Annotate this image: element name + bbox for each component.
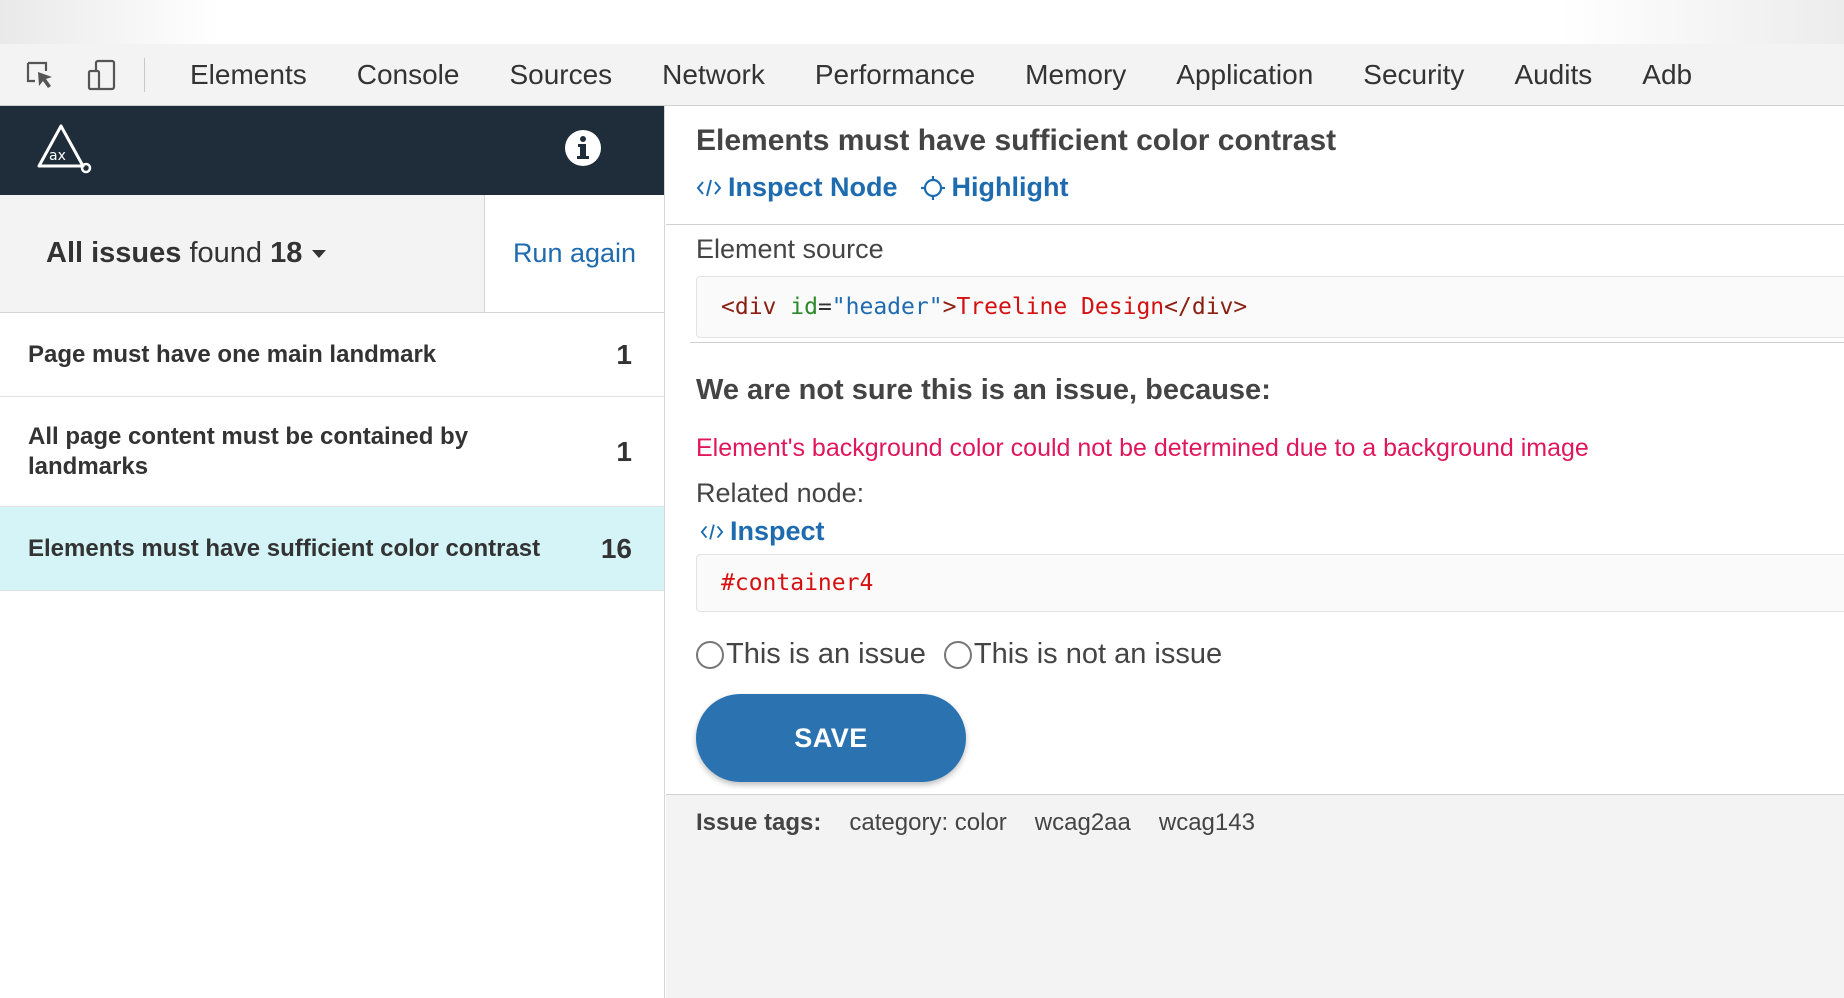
summary-middle: found	[181, 237, 271, 269]
save-button[interactable]: SAVE	[696, 694, 966, 782]
tab-application[interactable]: Application	[1151, 59, 1338, 91]
uncertain-heading: We are not sure this is an issue, becaus…	[696, 374, 1271, 406]
tab-memory[interactable]: Memory	[1000, 59, 1151, 91]
toolbar-divider	[144, 57, 145, 92]
issue-count: 1	[616, 435, 632, 467]
issues-sidebar: ax All issues found 18 Run again Page mu…	[0, 106, 665, 998]
run-again-button[interactable]: Run again	[485, 195, 664, 312]
code-value: "header"	[831, 294, 943, 320]
tab-network[interactable]: Network	[637, 59, 790, 91]
issue-tags-label: Issue tags:	[696, 809, 822, 836]
issue-detail-panel: Elements must have sufficient color cont…	[666, 106, 1844, 998]
tab-security[interactable]: Security	[1338, 59, 1489, 91]
tab-performance[interactable]: Performance	[790, 59, 1000, 91]
code-tag-close: >	[942, 294, 957, 320]
devtools-tabbar: Elements Console Sources Network Perform…	[0, 44, 1844, 106]
tag: category: color	[849, 809, 1007, 836]
uncertain-reason: Element's background color could not be …	[696, 434, 1589, 462]
device-toolbar-icon[interactable]	[82, 55, 122, 95]
window-top-strip	[0, 0, 1844, 44]
issue-label: Elements must have sufficient color cont…	[28, 534, 541, 562]
ax-logo-icon: ax	[36, 122, 94, 179]
info-icon[interactable]	[564, 129, 602, 172]
highlight-link[interactable]: Highlight	[920, 172, 1069, 203]
element-source-code: <div id = "header" > Treeline Design </div>	[696, 276, 1844, 338]
code-tag-end: </div>	[1164, 294, 1248, 320]
divider	[690, 342, 1844, 343]
tab-elements[interactable]: Elements	[165, 59, 332, 91]
inspect-node-link[interactable]: Inspect Node	[696, 172, 898, 203]
svg-text:ax: ax	[49, 148, 66, 164]
tag: wcag2aa	[1034, 809, 1131, 836]
related-node-code: #container4	[696, 554, 1844, 612]
tab-console[interactable]: Console	[332, 59, 485, 91]
issue-label: Page must have one main landmark	[28, 340, 437, 368]
inspect-label: Inspect	[730, 516, 825, 546]
issue-count: 1	[616, 338, 632, 370]
radio-not-issue-label: This is not an issue	[973, 638, 1223, 670]
code-icon	[696, 179, 722, 196]
highlight-label: Highlight	[951, 172, 1069, 202]
chevron-down-icon	[312, 249, 327, 258]
rule-title: Elements must have sufficient color cont…	[696, 124, 1337, 157]
divider	[666, 224, 1844, 225]
issue-total-count: 18	[270, 237, 303, 269]
code-text: Treeline Design	[956, 294, 1165, 320]
issue-tags: Issue tags: category: color wcag2aa wcag…	[696, 809, 1283, 837]
ax-header: ax	[0, 106, 664, 195]
radio-not-issue[interactable]: This is not an issue	[943, 638, 1223, 671]
inspect-related-link[interactable]: Inspect	[700, 516, 825, 547]
tab-audits[interactable]: Audits	[1489, 59, 1617, 91]
radio-is-issue[interactable]: This is an issue	[696, 638, 926, 671]
code-tag-open: <div	[721, 294, 777, 320]
inspect-element-icon[interactable]	[20, 55, 60, 95]
tab-sources[interactable]: Sources	[484, 59, 637, 91]
issue-verdict-radios: This is an issue This is not an issue	[696, 638, 1240, 671]
highlight-icon	[920, 175, 945, 200]
issue-item-color-contrast[interactable]: Elements must have sufficient color cont…	[0, 507, 664, 591]
code-attr: id	[776, 294, 818, 320]
related-node-label: Related node:	[696, 478, 865, 508]
issue-item-landmarks[interactable]: All page content must be contained by la…	[0, 397, 664, 507]
radio-is-issue-label: This is an issue	[726, 638, 926, 670]
related-selector: #container4	[721, 570, 874, 596]
code-icon	[700, 523, 724, 540]
code-eq: =	[817, 294, 832, 320]
issue-filter-dropdown[interactable]: All issues found 18	[0, 195, 485, 312]
issue-label: All page content must be contained by la…	[28, 422, 469, 480]
summary-prefix: All issues	[46, 237, 182, 269]
radio-circle[interactable]	[943, 640, 972, 669]
issues-summary-bar: All issues found 18 Run again	[0, 195, 664, 313]
issue-tags-bar: Issue tags: category: color wcag2aa wcag…	[666, 794, 1844, 998]
node-actions: Inspect Node Highlight	[696, 172, 1091, 203]
inspect-node-label: Inspect Node	[728, 172, 898, 202]
radio-circle[interactable]	[696, 640, 724, 669]
issue-item-main-landmark[interactable]: Page must have one main landmark 1	[0, 313, 664, 397]
issue-count: 16	[600, 532, 632, 564]
tag: wcag143	[1158, 809, 1255, 836]
tab-adb[interactable]: Adb	[1617, 59, 1692, 91]
element-source-label: Element source	[696, 234, 884, 264]
